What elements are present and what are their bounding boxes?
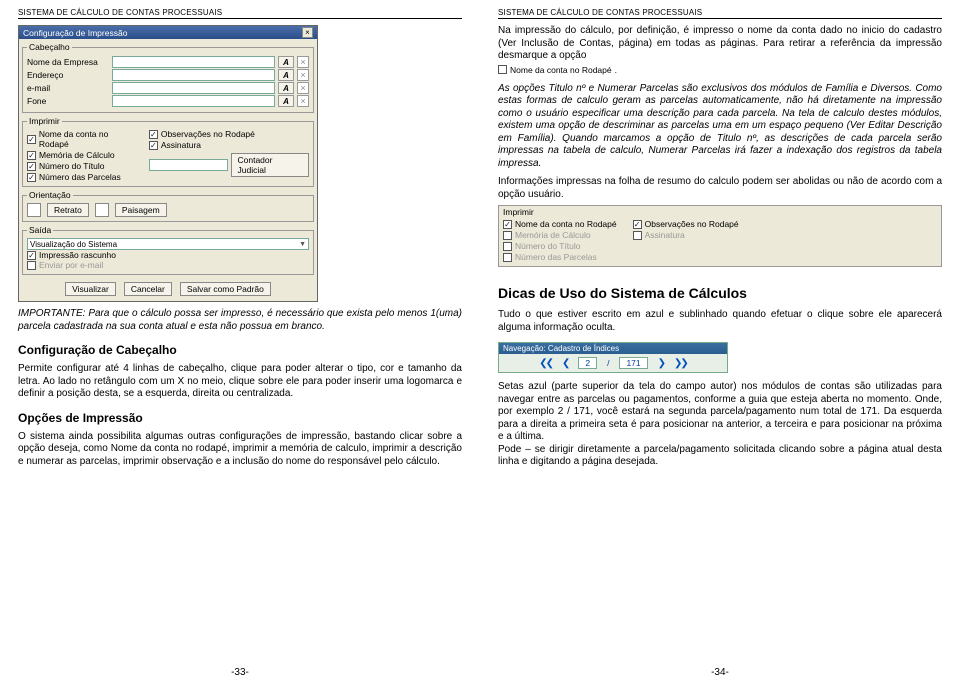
btn-contador-judicial[interactable]: Contador Judicial [231, 153, 310, 177]
page-right: SISTEMA DE CÁLCULO DE CONTAS PROCESSUAIS… [480, 0, 960, 684]
nav-title: Navegação: Cadastro de Índices [499, 343, 727, 354]
btn-retrato[interactable]: Retrato [47, 203, 89, 217]
page-number-right: -34- [480, 667, 960, 678]
group-cabecalho: Cabeçalho Nome da Empresa A × Endereço A… [22, 42, 314, 113]
chk-enviar-email[interactable]: Enviar por e-mail [27, 260, 309, 270]
portrait-icon [27, 203, 41, 217]
chk-assinatura[interactable]: Assinatura [633, 230, 739, 240]
chk-obs-rodape[interactable]: ✓Observações no Rodapé [149, 129, 309, 139]
paragraph-dicas: Tudo o que estiver escrito em azul e sub… [498, 309, 942, 334]
inline-checkbox-rodape[interactable]: Nome da conta no Rodapé. [498, 65, 942, 75]
page-left: SISTEMA DE CÁLCULO DE CONTAS PROCESSUAIS… [0, 0, 480, 684]
page-header: SISTEMA DE CÁLCULO DE CONTAS PROCESSUAIS [498, 8, 942, 19]
chk-numero-titulo[interactable]: Número do Título [503, 241, 617, 251]
paragraph-titulo-numerar: As opções Titulo nº e Numerar Parcelas s… [498, 83, 942, 171]
label-email: e-mail [27, 83, 109, 93]
chevron-down-icon: ▼ [299, 241, 306, 248]
nav-page-input[interactable]: 2 [578, 357, 597, 369]
landscape-icon [95, 203, 109, 217]
dialog-title: Configuração de Impressão [23, 28, 127, 38]
page-header: SISTEMA DE CÁLCULO DE CONTAS PROCESSUAIS [18, 8, 462, 19]
nav-total: 171 [619, 357, 647, 369]
chk-nome-rodape[interactable]: ✓Nome da conta no Rodapé [27, 129, 139, 149]
label-nome-empresa: Nome da Empresa [27, 57, 109, 67]
logo-slot-icon[interactable]: × [297, 56, 309, 68]
paragraph-setas-2: Pode – se dirigir diretamente a parcela/… [498, 444, 942, 469]
chk-numero-titulo[interactable]: ✓Número do Título [27, 161, 139, 171]
input-fone[interactable] [112, 95, 275, 107]
nav-first-icon[interactable]: ❮❮ [539, 358, 552, 369]
legend-orientacao: Orientação [27, 190, 73, 200]
nav-sep: / [607, 358, 609, 368]
font-button[interactable]: A [278, 82, 294, 94]
chk-memoria[interactable]: Memória de Cálculo [503, 230, 617, 240]
font-button[interactable]: A [278, 56, 294, 68]
heading-opcoes-impressao: Opções de Impressão [18, 411, 462, 425]
imprimir-options-panel: Imprimir ✓Nome da conta no Rodapé Memóri… [498, 205, 942, 267]
nav-next-icon[interactable]: ❯ [658, 358, 664, 369]
chk-numero-parcelas[interactable]: Número das Parcelas [503, 252, 617, 262]
chk-memoria[interactable]: ✓Memória de Cálculo [27, 150, 139, 160]
paragraph-intro: Na impressão do cálculo, por definição, … [498, 25, 942, 63]
label-fone: Fone [27, 96, 109, 106]
paragraph-importante: IMPORTANTE: Para que o cálculo possa ser… [18, 308, 462, 333]
group-imprimir: Imprimir ✓Nome da conta no Rodapé ✓Memór… [22, 116, 314, 187]
legend-cabecalho: Cabeçalho [27, 42, 72, 52]
chk-rascunho[interactable]: ✓Impressão rascunho [27, 250, 309, 260]
btn-salvar-padrao[interactable]: Salvar como Padrão [180, 282, 271, 296]
paragraph-info-resumo: Informações impressas na folha de resumo… [498, 176, 942, 201]
input-endereco[interactable] [112, 69, 275, 81]
input-email[interactable] [112, 82, 275, 94]
chk-assinatura[interactable]: ✓Assinatura [149, 140, 309, 150]
chk-nome-rodape[interactable]: ✓Nome da conta no Rodapé [503, 219, 617, 229]
heading-config-cabecalho: Configuração de Cabeçalho [18, 343, 462, 357]
heading-dicas: Dicas de Uso do Sistema de Cálculos [498, 285, 942, 301]
input-nome-empresa[interactable] [112, 56, 275, 68]
panel-title: Imprimir [503, 207, 937, 217]
group-orientacao: Orientação Retrato Paisagem [22, 190, 314, 222]
select-saida[interactable]: Visualização do Sistema▼ [27, 238, 309, 250]
font-button[interactable]: A [278, 69, 294, 81]
nav-last-icon[interactable]: ❯❯ [674, 358, 687, 369]
print-config-dialog: Configuração de Impressão × Cabeçalho No… [18, 25, 318, 302]
paragraph-setas: Setas azul (parte superior da tela do ca… [498, 381, 942, 444]
page-number-left: -33- [0, 667, 480, 678]
paragraph-config-cabecalho: Permite configurar até 4 linhas de cabeç… [18, 363, 462, 401]
navigation-bar: Navegação: Cadastro de Índices ❮❮ ❮ 2 / … [498, 342, 728, 373]
input-nome-contador[interactable] [149, 159, 228, 171]
logo-slot-icon[interactable]: × [297, 69, 309, 81]
label-endereco: Endereço [27, 70, 109, 80]
logo-slot-icon[interactable]: × [297, 82, 309, 94]
btn-visualizar[interactable]: Visualizar [65, 282, 116, 296]
btn-cancelar[interactable]: Cancelar [124, 282, 172, 296]
nav-prev-icon[interactable]: ❮ [562, 358, 568, 369]
btn-paisagem[interactable]: Paisagem [115, 203, 167, 217]
group-saida: Saída Visualização do Sistema▼ ✓Impressã… [22, 225, 314, 275]
legend-imprimir: Imprimir [27, 116, 62, 126]
font-button[interactable]: A [278, 95, 294, 107]
chk-obs-rodape[interactable]: ✓Observações no Rodapé [633, 219, 739, 229]
legend-saida: Saída [27, 225, 53, 235]
close-icon[interactable]: × [302, 27, 313, 38]
logo-slot-icon[interactable]: × [297, 95, 309, 107]
paragraph-opcoes-impressao: O sistema ainda possibilita algumas outr… [18, 431, 462, 469]
dialog-titlebar: Configuração de Impressão × [19, 26, 317, 39]
chk-numero-parcelas[interactable]: ✓Número das Parcelas [27, 172, 139, 182]
